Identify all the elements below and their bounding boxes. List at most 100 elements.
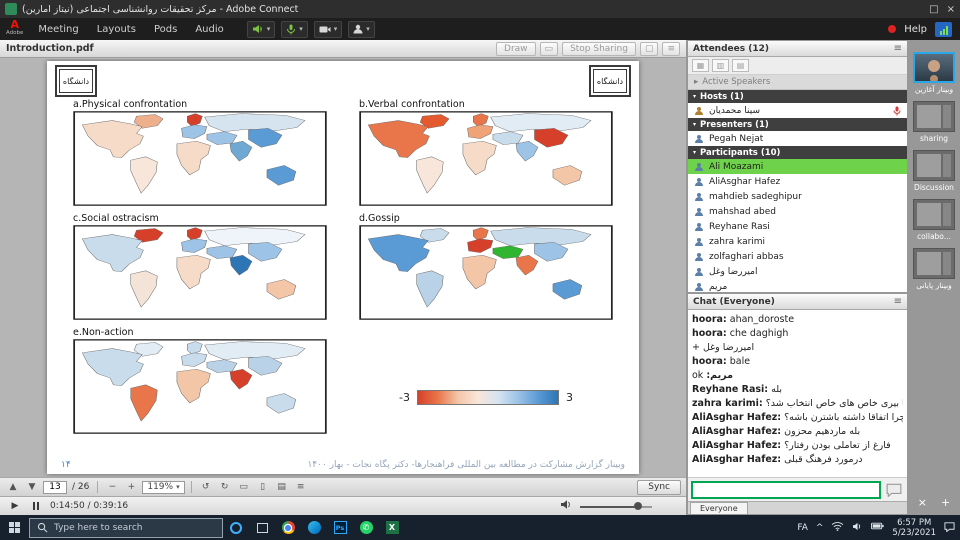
cortana-icon[interactable] <box>223 515 249 540</box>
taskbar-search[interactable]: Type here to search <box>29 518 223 538</box>
draw-button[interactable]: Draw <box>496 42 536 56</box>
person-icon <box>694 207 704 217</box>
toolbar-menu-icon[interactable]: ≡ <box>293 480 309 495</box>
pod-menu-icon[interactable]: ≡ <box>894 43 902 54</box>
close-window-icon[interactable]: × <box>947 4 955 15</box>
shape-tool-icon[interactable]: ▭ <box>540 42 559 56</box>
microphone-button[interactable]: ▾ <box>281 21 308 38</box>
search-icon <box>37 522 48 533</box>
attendee-row[interactable]: zolfaghari abbas <box>688 249 907 264</box>
pod-menu-icon[interactable]: ≡ <box>894 296 902 307</box>
send-message-icon[interactable] <box>884 481 904 499</box>
close-icon[interactable]: × <box>918 496 927 509</box>
layout-thumbnail-opening[interactable]: وبینار آغازین <box>913 52 955 94</box>
attendee-view-icon[interactable]: ▦ <box>692 59 709 72</box>
presenter-row[interactable]: Pegah Nejat <box>688 131 907 146</box>
wifi-icon[interactable] <box>831 521 844 534</box>
action-center-icon[interactable] <box>944 521 955 535</box>
play-button[interactable]: ▶ <box>8 499 22 513</box>
battery-icon[interactable] <box>871 522 884 533</box>
attendee-row[interactable]: zahra karimi <box>688 234 907 249</box>
webcam-thumbnail[interactable] <box>913 52 955 83</box>
recording-indicator-icon <box>888 25 896 33</box>
breakout-view-icon[interactable]: ▥ <box>712 59 729 72</box>
speaker-button[interactable]: ▾ <box>247 21 276 38</box>
attendee-row[interactable]: mahshad abed <box>688 204 907 219</box>
chat-text: ahan_doroste <box>730 314 794 325</box>
layout-thumbnail-closing[interactable]: وبینار پایانی <box>913 248 955 290</box>
layout-preview[interactable] <box>913 199 955 230</box>
layout-preview[interactable] <box>913 150 955 181</box>
attendee-row[interactable]: AliAsghar Hafez <box>688 174 907 189</box>
restore-window-icon[interactable]: □ <box>929 4 938 15</box>
attendee-row[interactable]: امیررضا وغل <box>688 264 907 279</box>
whatsapp-icon[interactable]: ✆ <box>353 515 379 540</box>
status-view-icon[interactable]: ▤ <box>732 59 749 72</box>
chrome-icon[interactable] <box>275 515 301 540</box>
participants-group-bar[interactable]: ▾ Participants (10) <box>688 146 907 159</box>
attendee-row[interactable]: Reyhane Rasi <box>688 219 907 234</box>
excel-icon[interactable]: X <box>379 515 405 540</box>
chevron-down-icon: ▾ <box>176 483 180 491</box>
pause-button[interactable] <box>29 499 43 513</box>
webcam-button[interactable]: ▾ <box>314 21 343 38</box>
chevron-down-icon[interactable]: ▾ <box>366 25 370 33</box>
presenters-group-bar[interactable]: ▾ Presenters (1) <box>688 118 907 131</box>
menu-layouts[interactable]: Layouts <box>88 18 145 40</box>
taskbar-clock[interactable]: 6:57 PM 5/23/2021 <box>892 518 936 538</box>
next-page-button[interactable]: ▼ <box>24 480 40 495</box>
attendee-row[interactable]: مریم <box>688 279 907 292</box>
connection-status-icon[interactable] <box>935 22 952 37</box>
language-indicator[interactable]: FA <box>797 523 808 533</box>
raise-hand-button[interactable]: ▾ <box>348 21 375 38</box>
fit-page-icon[interactable]: ▯ <box>255 480 271 495</box>
map-label-b: b.Verbal confrontation <box>359 99 613 110</box>
speaker-icon[interactable] <box>560 499 573 513</box>
chevron-down-icon[interactable]: ▾ <box>267 25 271 33</box>
thumbnail-view-icon[interactable]: ▤ <box>274 480 290 495</box>
chat-input[interactable] <box>691 481 881 499</box>
menu-pods[interactable]: Pods <box>145 18 186 40</box>
zoom-in-button[interactable]: + <box>123 480 139 495</box>
chat-messages[interactable]: hoora: ahan_doroste hoora: che daghigh +… <box>688 310 907 477</box>
layout-preview[interactable] <box>913 101 955 132</box>
layout-thumbnail-discussion[interactable]: Discussion <box>913 150 955 192</box>
chevron-down-icon[interactable]: ▾ <box>299 25 303 33</box>
previous-page-button[interactable]: ▲ <box>5 480 21 495</box>
attendee-row[interactable]: mahdieb sadeghipur <box>688 189 907 204</box>
layout-thumbnail-sharing[interactable]: sharing <box>913 101 955 143</box>
active-speakers-bar[interactable]: ▸ Active Speakers <box>688 75 907 90</box>
stop-sharing-button[interactable]: Stop Sharing <box>562 42 636 56</box>
layout-preview[interactable] <box>913 248 955 279</box>
add-layout-icon[interactable]: + <box>941 496 950 509</box>
volume-slider[interactable] <box>580 501 652 511</box>
photoshop-icon[interactable]: Ps <box>327 515 353 540</box>
chevron-down-icon[interactable]: ▾ <box>334 25 338 33</box>
help-link[interactable]: Help <box>904 24 927 35</box>
fit-width-icon[interactable]: ▭ <box>236 480 252 495</box>
chat-message: hoora: ahan_doroste <box>692 313 903 327</box>
tab-everyone[interactable]: Everyone <box>690 502 748 514</box>
volume-icon[interactable] <box>852 522 863 534</box>
pod-menu-icon[interactable]: ≡ <box>662 42 680 56</box>
chat-message: + امیررضا وغل <box>692 341 903 355</box>
menu-meeting[interactable]: Meeting <box>29 18 87 40</box>
tray-chevron-icon[interactable]: ^ <box>816 523 824 533</box>
menu-audio[interactable]: Audio <box>186 18 232 40</box>
undo-icon[interactable]: ↺ <box>198 480 214 495</box>
hosts-group-bar[interactable]: ▾ Hosts (1) <box>688 90 907 103</box>
page-number-input[interactable] <box>43 481 67 494</box>
world-map-verbal-confrontation <box>359 111 613 206</box>
attendee-row[interactable]: Ali Moazami <box>688 159 907 174</box>
sync-button[interactable]: Sync <box>637 480 681 495</box>
volume-slider-thumb[interactable] <box>634 502 642 510</box>
edge-icon[interactable] <box>301 515 327 540</box>
layout-thumbnail-collaboration[interactable]: collabo... <box>913 199 955 241</box>
zoom-out-button[interactable]: − <box>104 480 120 495</box>
task-view-icon[interactable] <box>249 515 275 540</box>
host-row[interactable]: سینا محمدیان <box>688 103 907 118</box>
redo-icon[interactable]: ↻ <box>217 480 233 495</box>
zoom-level-select[interactable]: 119% ▾ <box>142 481 184 494</box>
start-button[interactable] <box>0 515 28 540</box>
fullscreen-icon[interactable]: ▢ <box>640 42 659 56</box>
